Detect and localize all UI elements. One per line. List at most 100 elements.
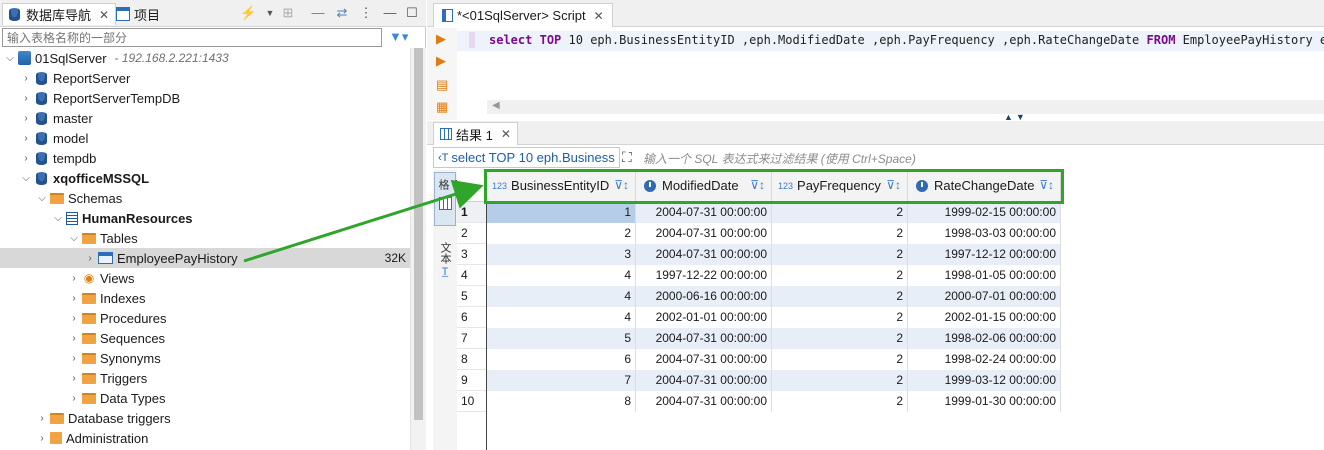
chevron-right-icon[interactable]: › <box>36 413 48 424</box>
table-cell[interactable]: 5 <box>486 328 636 349</box>
chevron-right-icon[interactable]: › <box>36 433 48 444</box>
text-view-button[interactable]: 文本 T̲ <box>434 240 456 290</box>
table-cell[interactable]: 2 <box>772 202 908 223</box>
sql-editor[interactable]: select TOP 10 eph.BusinessEntityID ,eph.… <box>457 28 1324 100</box>
filter-icon[interactable]: ▼▾ <box>389 29 409 47</box>
row-number[interactable]: 5 <box>457 286 486 307</box>
table-cell[interactable]: 2004-07-31 00:00:00 <box>636 244 772 265</box>
table-cell[interactable]: 2004-07-31 00:00:00 <box>636 391 772 412</box>
tab-database-navigator[interactable]: 数据库导航 ✕ <box>2 3 117 25</box>
table-cell[interactable]: 2002-01-01 00:00:00 <box>636 307 772 328</box>
close-icon[interactable]: ✕ <box>99 8 109 22</box>
table-cell[interactable]: 1998-03-03 00:00:00 <box>908 223 1061 244</box>
row-number[interactable]: 7 <box>457 328 486 349</box>
table-cell[interactable]: 2002-01-15 00:00:00 <box>908 307 1061 328</box>
scroll-left-icon[interactable]: ◀ <box>492 100 500 111</box>
tree-node-views[interactable]: › ◉ Views <box>0 268 410 288</box>
tree-node-synonyms[interactable]: › Synonyms <box>0 348 410 368</box>
chevron-down-icon[interactable]: ⌵ <box>36 193 48 204</box>
tree-node-indexes[interactable]: › Indexes <box>0 288 410 308</box>
table-cell[interactable]: 2000-06-16 00:00:00 <box>636 286 772 307</box>
query-text-chip[interactable]: ‹T select TOP 10 eph.Business <box>433 147 620 168</box>
explain-plan-icon[interactable]: ▦ <box>436 100 450 114</box>
tree-node-table-selected[interactable]: › EmployeePayHistory 32K <box>0 248 410 268</box>
chevron-down-icon[interactable]: ⌵ <box>4 53 16 64</box>
chevron-right-icon[interactable]: › <box>20 153 32 164</box>
chevron-right-icon[interactable]: › <box>68 333 80 344</box>
row-number[interactable]: 10 <box>457 391 486 412</box>
row-number[interactable]: 1 <box>457 202 486 223</box>
result-filter-input[interactable]: 输入一个 SQL 表达式来过滤结果 (使用 Ctrl+Space) <box>643 150 916 167</box>
tree-node-administration[interactable]: › Administration <box>0 428 410 448</box>
tree-node-server[interactable]: ⌵ 01SqlServer - 192.168.2.221:1433 <box>0 48 410 68</box>
tab-project[interactable]: 项目 <box>110 3 166 25</box>
table-filter-input[interactable] <box>2 28 382 47</box>
table-cell[interactable]: 1998-02-24 00:00:00 <box>908 349 1061 370</box>
sql-text[interactable]: select TOP 10 eph.BusinessEntityID ,eph.… <box>489 33 1324 47</box>
table-cell[interactable]: 2 <box>486 223 636 244</box>
tree-node-active-db[interactable]: ⌵ xqofficeMSSQL <box>0 168 410 188</box>
close-icon[interactable]: ✕ <box>501 127 511 141</box>
table-cell[interactable]: 2 <box>772 328 908 349</box>
table-cell[interactable]: 2 <box>772 307 908 328</box>
table-cell[interactable]: 2 <box>772 349 908 370</box>
grid-view-button[interactable]: 网格 <box>434 172 465 226</box>
table-cell[interactable]: 2 <box>772 223 908 244</box>
close-icon[interactable]: ✕ <box>594 9 604 23</box>
navigator-scrollbar[interactable] <box>410 48 426 450</box>
chevron-right-icon[interactable]: › <box>20 93 32 104</box>
tree-node-sequences[interactable]: › Sequences <box>0 328 410 348</box>
chevron-right-icon[interactable]: › <box>68 353 80 364</box>
chevron-right-icon[interactable]: › <box>68 393 80 404</box>
chevron-down-icon[interactable]: ⌵ <box>20 173 32 184</box>
table-cell[interactable]: 2004-07-31 00:00:00 <box>636 370 772 391</box>
filter-sort-icon[interactable]: ⊽↕ <box>886 178 901 192</box>
chevron-right-icon[interactable]: › <box>84 253 96 264</box>
tree-node-database-triggers[interactable]: › Database triggers <box>0 408 410 428</box>
table-cell[interactable]: 2 <box>772 391 908 412</box>
table-cell[interactable]: 2 <box>772 244 908 265</box>
table-cell[interactable]: 4 <box>486 307 636 328</box>
tree-node-db[interactable]: › tempdb <box>0 148 410 168</box>
column-header-modifieddate[interactable]: ModifiedDate ⊽↕ <box>636 170 772 202</box>
table-cell[interactable]: 2004-07-31 00:00:00 <box>636 202 772 223</box>
tree-node-triggers[interactable]: › Triggers <box>0 368 410 388</box>
execute-in-new-tab-icon[interactable]: ▶ <box>436 54 450 68</box>
table-cell[interactable]: 6 <box>486 349 636 370</box>
chevron-down-icon[interactable]: ▼ <box>262 5 278 21</box>
editor-horizontal-scrollbar[interactable]: ◀ <box>487 100 1324 114</box>
row-number[interactable]: 3 <box>457 244 486 265</box>
chevron-down-icon[interactable]: ⌵ <box>52 213 64 224</box>
filter-sort-icon[interactable]: ⊽↕ <box>1039 178 1054 192</box>
table-cell[interactable]: 2004-07-31 00:00:00 <box>636 328 772 349</box>
maximize-icon[interactable]: ☐ <box>404 5 420 21</box>
chevron-right-icon[interactable]: › <box>68 293 80 304</box>
table-cell[interactable]: 1999-03-12 00:00:00 <box>908 370 1061 391</box>
row-number[interactable]: 8 <box>457 349 486 370</box>
tree-node-schema[interactable]: ⌵ HumanResources <box>0 208 410 228</box>
table-cell[interactable]: 2004-07-31 00:00:00 <box>636 349 772 370</box>
table-cell[interactable]: 1997-12-22 00:00:00 <box>636 265 772 286</box>
view-menu-icon[interactable]: ⋮ <box>358 5 374 21</box>
link-editor-icon[interactable]: ⇄ <box>334 5 350 21</box>
collapse-all-icon[interactable]: — <box>310 5 326 21</box>
row-number[interactable]: 6 <box>457 307 486 328</box>
table-cell[interactable]: 4 <box>486 286 636 307</box>
execute-statement-icon[interactable]: ▶ <box>436 32 450 46</box>
chevron-down-icon[interactable]: ⌵ <box>68 233 80 244</box>
table-cell[interactable]: 1999-01-30 00:00:00 <box>908 391 1061 412</box>
column-header-ratechangedate[interactable]: RateChangeDate ⊽↕ <box>908 170 1061 202</box>
table-cell[interactable]: 1998-01-05 00:00:00 <box>908 265 1061 286</box>
table-cell[interactable]: 1999-02-15 00:00:00 <box>908 202 1061 223</box>
connect-plug-icon[interactable]: ⚡ <box>240 5 256 21</box>
row-number[interactable]: 2 <box>457 223 486 244</box>
tree-node-tables[interactable]: ⌵ Tables <box>0 228 410 248</box>
tree-node-db[interactable]: › ReportServerTempDB <box>0 88 410 108</box>
tree-node-data-types[interactable]: › Data Types <box>0 388 410 408</box>
column-header-payfrequency[interactable]: 123 PayFrequency ⊽↕ <box>772 170 908 202</box>
table-cell[interactable]: 7 <box>486 370 636 391</box>
expand-icon[interactable]: ⛶ <box>622 149 632 166</box>
column-header-businessentityid[interactable]: 123 BusinessEntityID ⊽↕ <box>486 170 636 202</box>
row-number[interactable]: 9 <box>457 370 486 391</box>
table-cell[interactable]: 2 <box>772 286 908 307</box>
